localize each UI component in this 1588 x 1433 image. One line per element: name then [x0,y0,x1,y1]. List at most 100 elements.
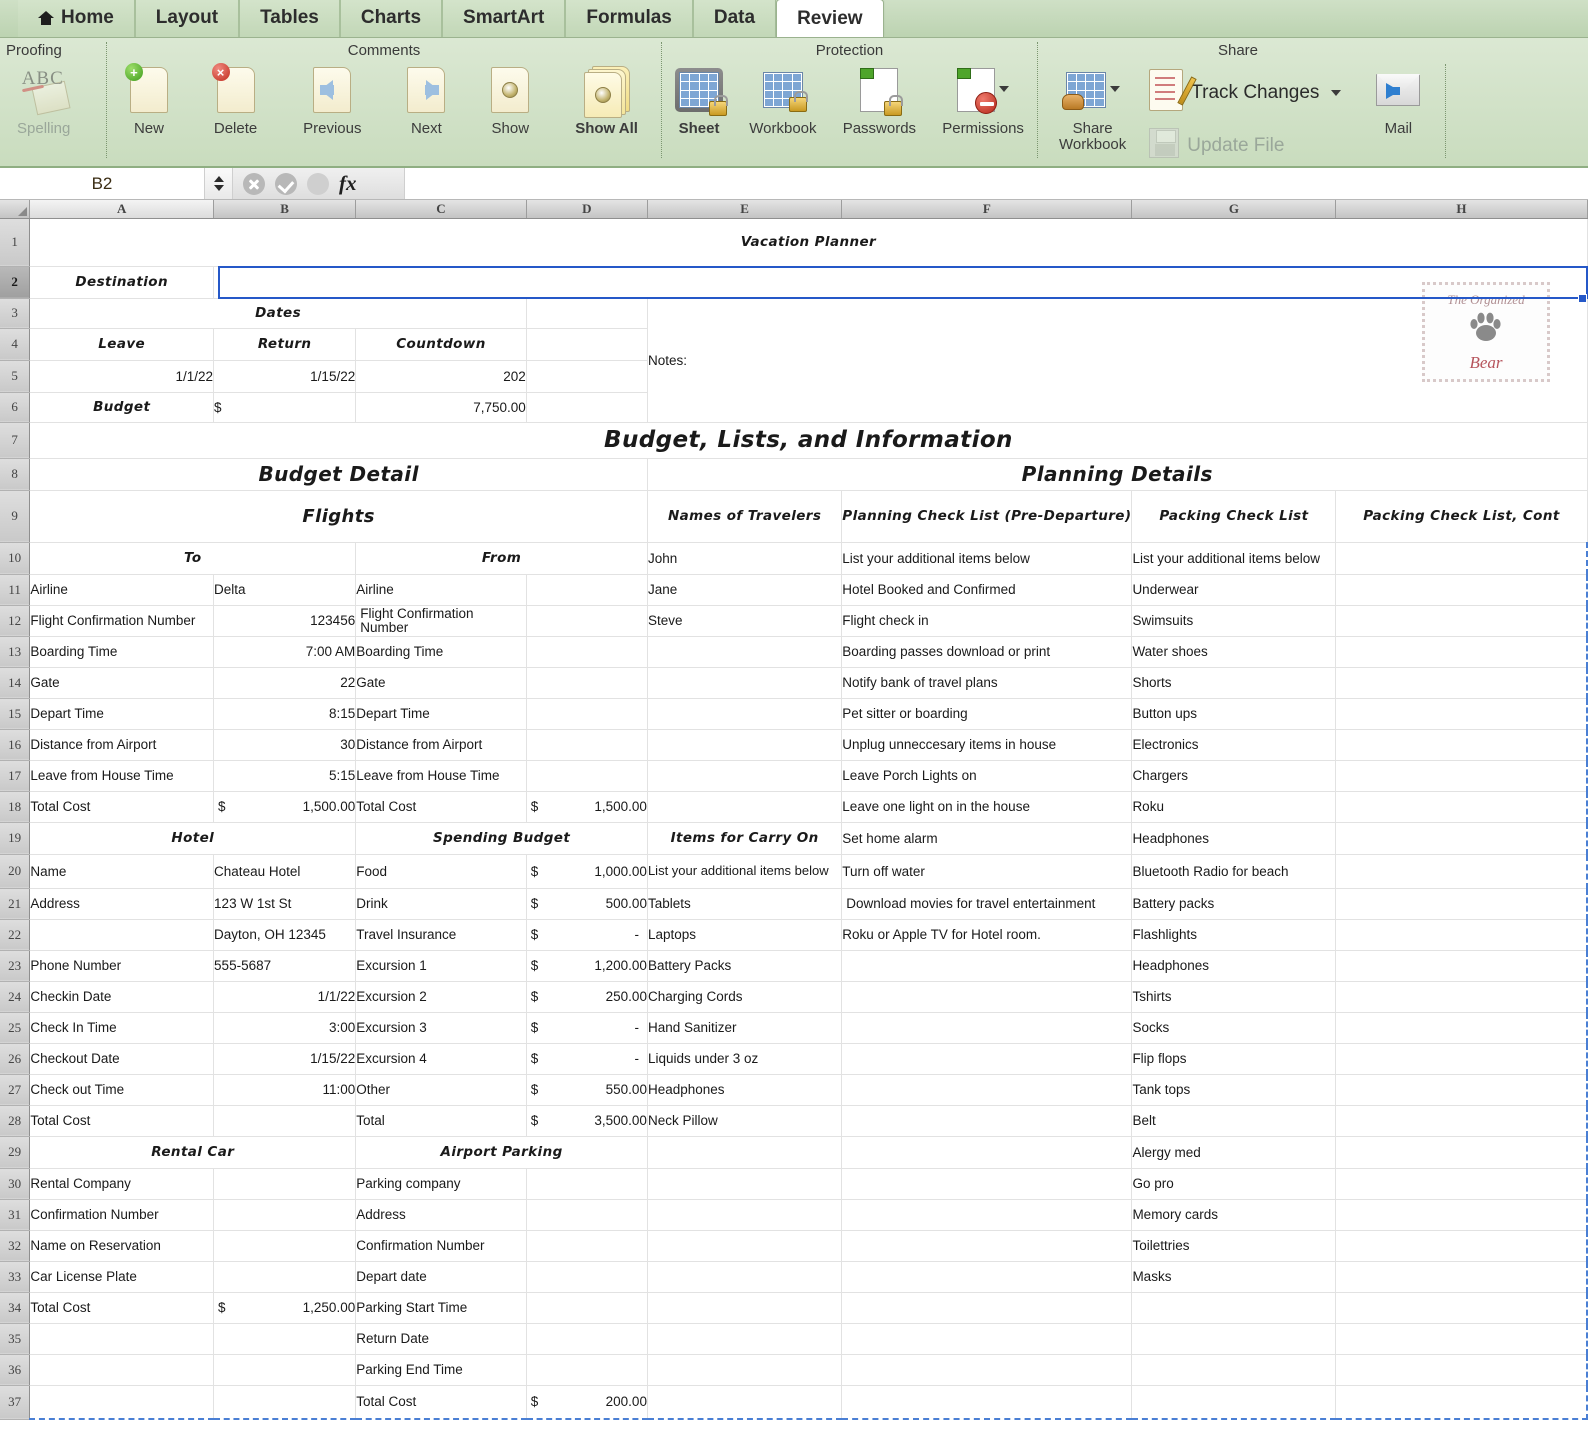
cell-to-label-7[interactable]: Total Cost [30,791,214,822]
mail-button[interactable]: Mail [1367,60,1429,166]
cell-planning-details-header[interactable]: Planning Details [647,458,1587,490]
cell-packing-23[interactable]: Masks [1132,1261,1336,1292]
column-header-c[interactable]: C [356,200,527,218]
cell-e32[interactable] [647,1230,841,1261]
cell-planning-23[interactable] [842,1261,1132,1292]
row-header-20[interactable]: 20 [0,854,30,888]
cell-packing-11[interactable]: Battery packs [1132,888,1336,919]
cell-from-header[interactable]: From [356,542,648,574]
row-header-21[interactable]: 21 [0,888,30,919]
cell-return-header[interactable]: Return [214,328,356,360]
cell-packing-cont-9[interactable] [1336,822,1587,854]
cell-packing-cont-19[interactable] [1336,1136,1587,1168]
show-comment-button[interactable]: Show [482,60,538,166]
cell-packing-cont-12[interactable] [1336,919,1587,950]
cell-packing-cont-25[interactable] [1336,1323,1587,1354]
row-header-35[interactable]: 35 [0,1323,30,1354]
cell-return-value[interactable]: 1/15/22 [214,360,356,392]
cell-packing-checklist-header[interactable]: Packing Check List [1132,490,1336,542]
row-header-1[interactable]: 1 [0,218,30,266]
cell-parking-label-3[interactable]: Depart date [356,1261,527,1292]
cell-planning-8[interactable]: Leave one light on in the house [842,791,1132,822]
row-header-6[interactable]: 6 [0,392,30,422]
cell-planning-4[interactable]: Notify bank of travel plans [842,667,1132,698]
cell-d4[interactable] [526,328,647,360]
cell-packing-2[interactable]: Swimsuits [1132,605,1336,636]
cell-budget-label[interactable]: Budget [30,392,214,422]
cell-from-label-0[interactable]: Airline [356,574,527,605]
cell-planning-16[interactable] [842,1043,1132,1074]
fx-icon[interactable]: fx [339,171,357,196]
cell-to-value-2[interactable]: 7:00 AM [214,636,356,667]
cell-e31[interactable] [647,1199,841,1230]
cell-traveler-2[interactable]: Steve [647,605,841,636]
row-header-32[interactable]: 32 [0,1230,30,1261]
cell-to-value-0[interactable]: Delta [214,574,356,605]
row-header-28[interactable]: 28 [0,1105,30,1136]
cell-hotel-label-6[interactable]: Checkout Date [30,1043,214,1074]
cell-packing-cont-16[interactable] [1336,1043,1587,1074]
cell-hotel-value-5[interactable]: 3:00 [214,1012,356,1043]
cell-packing-12[interactable]: Flashlights [1132,919,1336,950]
column-header-g[interactable]: G [1132,200,1336,218]
cell-packing-cont-10[interactable] [1336,854,1587,888]
cell-spending-label-4[interactable]: Excursion 2 [356,981,527,1012]
row-header-2[interactable]: 2 [0,266,30,298]
name-box[interactable]: B2 [0,168,205,199]
cell-planning-17[interactable] [842,1074,1132,1105]
cell-planning-1[interactable]: Hotel Booked and Confirmed [842,574,1132,605]
cell-parking-label-7[interactable]: Total Cost [356,1385,527,1419]
cell-from-label-5[interactable]: Distance from Airport [356,729,527,760]
cell-hotel-label-3[interactable]: Phone Number [30,950,214,981]
cell-hotel-header[interactable]: Hotel [30,822,356,854]
cell-spending-label-7[interactable]: Other [356,1074,527,1105]
cell-countdown-value[interactable]: 202 [356,360,527,392]
cell-packing-cont-8[interactable] [1336,791,1587,822]
cell-carryon-4[interactable]: Charging Cords [647,981,841,1012]
cell-carryon-3[interactable]: Battery Packs [647,950,841,981]
row-header-4[interactable]: 4 [0,328,30,360]
cell-rental-value-6[interactable] [214,1354,356,1385]
cell-to-label-6[interactable]: Leave from House Time [30,760,214,791]
cell-packing-9[interactable]: Headphones [1132,822,1336,854]
row-header-29[interactable]: 29 [0,1136,30,1168]
cell-planning-6[interactable]: Unplug unneccesary items in house [842,729,1132,760]
column-header-b[interactable]: B [214,200,356,218]
tab-home[interactable]: Home [18,0,135,37]
cell-rental-label-1[interactable]: Confirmation Number [30,1199,214,1230]
cell-parking-value-4[interactable] [526,1292,647,1323]
cell-carryon-0[interactable]: List your additional items below [647,854,841,888]
cell-spending-label-0[interactable]: Food [356,854,527,888]
row-header-26[interactable]: 26 [0,1043,30,1074]
cell-budget-detail-header[interactable]: Budget Detail [30,458,648,490]
spelling-button[interactable]: ABC Spelling [8,60,79,166]
cell-spending-label-3[interactable]: Excursion 1 [356,950,527,981]
cell-spending-value-5[interactable]: $ - [526,1012,647,1043]
cell-packing-cont-3[interactable] [1336,636,1587,667]
row-header-5[interactable]: 5 [0,360,30,392]
cell-planning-12[interactable]: Roku or Apple TV for Hotel room. [842,919,1132,950]
cell-from-value-7[interactable]: $ 1,500.00 [526,791,647,822]
cell-parking-value-0[interactable] [526,1168,647,1199]
cell-rental-label-6[interactable] [30,1354,214,1385]
cell-hotel-value-0[interactable]: Chateau Hotel [214,854,356,888]
cell-e36[interactable] [647,1354,841,1385]
share-workbook-dropdown-arrow[interactable] [1110,86,1120,92]
cell-packing-0[interactable]: List your additional items below [1132,542,1336,574]
cell-packing-20[interactable]: Go pro [1132,1168,1336,1199]
cell-rental-value-1[interactable] [214,1199,356,1230]
column-header-f[interactable]: F [842,200,1132,218]
cell-hotel-value-3[interactable]: 555-5687 [214,950,356,981]
cell-title[interactable]: Vacation Planner [30,218,1587,266]
cell-rental-value-7[interactable] [214,1385,356,1419]
cell-packing-3[interactable]: Water shoes [1132,636,1336,667]
row-header-10[interactable]: 10 [0,542,30,574]
row-header-13[interactable]: 13 [0,636,30,667]
row-header-36[interactable]: 36 [0,1354,30,1385]
row-header-18[interactable]: 18 [0,791,30,822]
row-header-17[interactable]: 17 [0,760,30,791]
cell-hotel-value-1[interactable]: 123 W 1st St [214,888,356,919]
row-header-34[interactable]: 34 [0,1292,30,1323]
cell-spending-value-1[interactable]: $ 500.00 [526,888,647,919]
cell-spending-label-1[interactable]: Drink [356,888,527,919]
